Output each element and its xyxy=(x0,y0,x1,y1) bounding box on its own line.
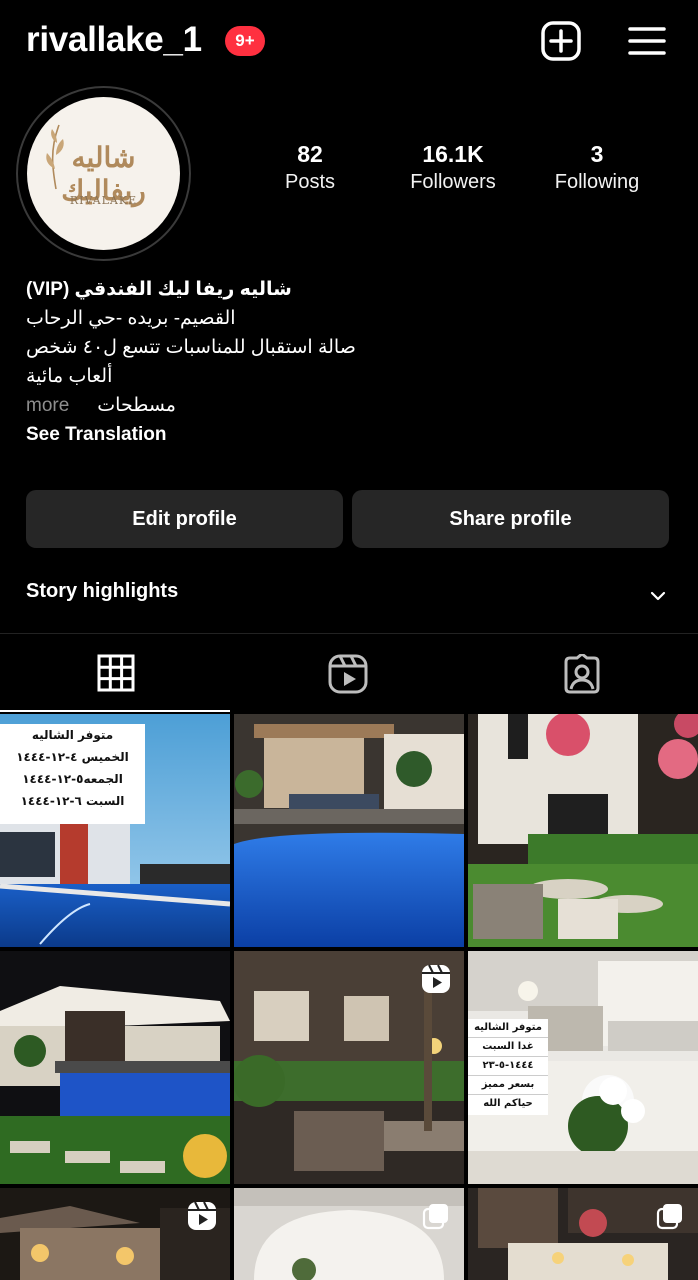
availability-card: متوفر الشاليه الخميس ٤-١٢-١٤٤٤ الجمعه٥-١… xyxy=(0,724,145,824)
share-profile-button[interactable]: Share profile xyxy=(352,490,669,548)
more-link[interactable]: more xyxy=(26,395,69,417)
post-thumbnail[interactable] xyxy=(234,1188,464,1280)
active-tab-indicator xyxy=(0,710,230,712)
tab-reels[interactable] xyxy=(232,634,464,710)
reel-badge-icon xyxy=(188,1201,216,1230)
multiple-photos-icon xyxy=(422,1204,448,1230)
bio-line-hall: صالة استقبال للمناسبات تتسع ل٤٠ شخص xyxy=(26,337,356,358)
availability-card-line: ١٤٤٤-٥-٢٣ xyxy=(468,1057,548,1076)
grid-icon xyxy=(97,654,135,692)
posts-label: Posts xyxy=(284,171,336,193)
post-thumbnail[interactable] xyxy=(468,714,698,947)
tagged-icon xyxy=(564,654,600,694)
story-highlights-label[interactable]: Story highlights xyxy=(26,580,178,603)
profile-username[interactable]: rivallake_1 xyxy=(26,20,202,60)
stat-followers[interactable]: 16.1K Followers xyxy=(383,140,523,196)
post-thumbnail[interactable] xyxy=(234,714,464,947)
post-image xyxy=(468,714,698,947)
followers-label: Followers xyxy=(410,171,496,193)
stat-posts[interactable]: 82 Posts xyxy=(240,140,380,196)
post-thumbnail[interactable] xyxy=(0,951,230,1184)
avatar[interactable]: شاليه ريفاليك RIVALAKE xyxy=(27,97,180,250)
bio-line-location: القصيم- بريده -حي الرحاب xyxy=(26,308,236,329)
profile-display-name: شاليه ريفا ليك الفندقي (VIP) xyxy=(26,279,292,300)
availability-card-line: غدا السبت xyxy=(468,1038,548,1057)
post-image xyxy=(234,714,464,947)
post-image xyxy=(0,951,230,1184)
followers-count: 16.1K xyxy=(422,141,484,167)
post-thumbnail[interactable] xyxy=(0,1188,230,1280)
availability-card-line: متوفر الشاليه xyxy=(468,1019,548,1038)
bio-more-row: more مسطحات xyxy=(26,391,426,420)
post-thumbnail[interactable]: متوفر الشاليه غدا السبت ١٤٤٤-٥-٢٣ بسعر م… xyxy=(468,951,698,1184)
logo-english-text: RIVALAKE xyxy=(69,194,138,207)
availability-card-title: متوفر الشاليه xyxy=(31,728,114,742)
availability-card-line: حياكم الله xyxy=(483,1098,533,1109)
tab-tagged[interactable] xyxy=(466,634,698,710)
bio-line-lawns: مسطحات xyxy=(97,395,176,416)
chevron-down-icon[interactable] xyxy=(648,586,668,606)
following-count: 3 xyxy=(590,141,604,167)
top-bar: rivallake_1 9+ xyxy=(0,0,698,84)
multiple-photos-icon xyxy=(656,1204,682,1230)
post-thumbnail[interactable]: متوفر الشاليه الخميس ٤-١٢-١٤٤٤ الجمعه٥-١… xyxy=(0,714,230,947)
create-post-icon[interactable] xyxy=(540,20,582,62)
reel-badge-icon xyxy=(422,964,450,993)
posts-count: 82 xyxy=(297,141,323,167)
see-translation-link[interactable]: See Translation xyxy=(26,420,426,449)
profile-bio: شاليه ريفا ليك الفندقي (VIP) القصيم- بري… xyxy=(26,275,426,449)
notification-badge[interactable]: 9+ xyxy=(225,26,265,56)
bio-line-games: ألعاب مائية xyxy=(26,366,113,387)
availability-card-line: الخميس ٤-١٢-١٤٤٤ xyxy=(16,750,129,764)
stat-following[interactable]: 3 Following xyxy=(527,140,667,196)
reels-icon xyxy=(328,654,368,694)
availability-card: متوفر الشاليه غدا السبت ١٤٤٤-٥-٢٣ بسعر م… xyxy=(468,1019,548,1115)
post-thumbnail[interactable] xyxy=(468,1188,698,1280)
availability-card-line: بسعر مميز xyxy=(468,1076,548,1095)
edit-profile-button[interactable]: Edit profile xyxy=(26,490,343,548)
availability-card-line: السبت ٦-١٢-١٤٤٤ xyxy=(20,794,125,808)
tab-posts-grid[interactable] xyxy=(0,634,232,710)
menu-icon[interactable] xyxy=(627,22,667,62)
post-thumbnail[interactable] xyxy=(234,951,464,1184)
availability-card-line: الجمعه٥-١٢-١٤٤٤ xyxy=(22,772,123,786)
following-label: Following xyxy=(554,171,640,193)
